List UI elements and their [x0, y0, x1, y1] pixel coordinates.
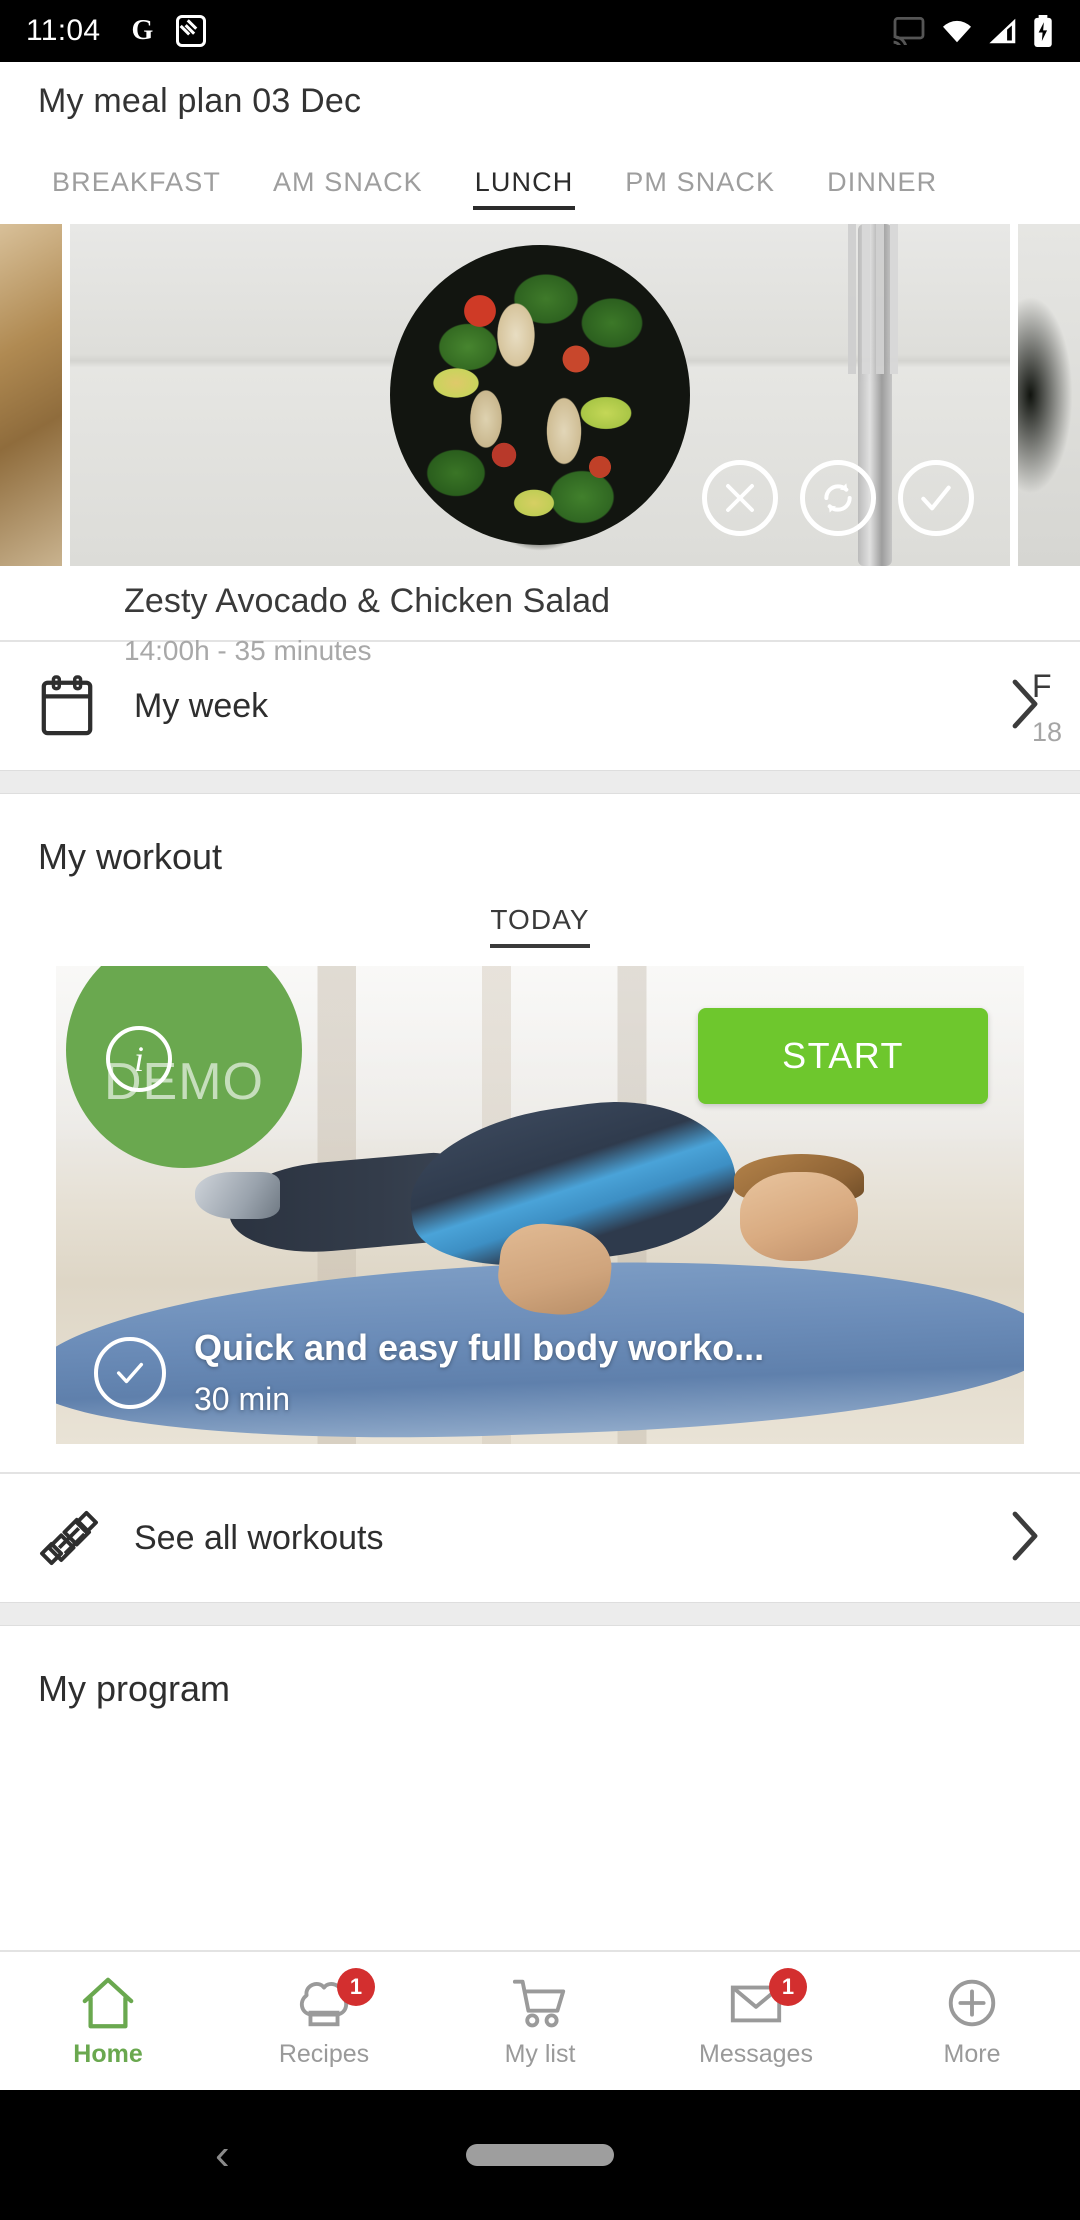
chevron-right-icon	[1008, 1510, 1042, 1567]
tab-am-snack[interactable]: AM SNACK	[247, 140, 449, 224]
info-icon[interactable]: i	[106, 1026, 172, 1092]
status-left-icons: G	[126, 15, 207, 47]
next-meal-title: F	[1032, 668, 1052, 704]
cast-icon	[893, 17, 925, 45]
meal-card[interactable]: Zesty Avocado & Chicken Salad 14:00h - 3…	[70, 224, 1010, 667]
workout-card-text: Quick and easy full body worko... 30 min	[194, 1327, 764, 1418]
screenshot-edit-icon	[176, 15, 207, 47]
envelope-icon: 1	[727, 1967, 807, 2032]
nav-label-recipes: Recipes	[278, 2039, 370, 2068]
bottom-navigation[interactable]: Home 1 Recipes My list 1 Messages More	[0, 1950, 1080, 2090]
carousel-gap-right	[1010, 224, 1018, 566]
next-meal-subtitle: 18	[1032, 717, 1063, 747]
meal-carousel[interactable]: Zesty Avocado & Chicken Salad 14:00h - 3…	[0, 224, 1080, 666]
carousel-gap-left	[62, 224, 70, 566]
tab-pm-snack[interactable]: PM SNACK	[599, 140, 801, 224]
wifi-icon	[943, 20, 971, 43]
tab-dinner[interactable]: DINNER	[801, 140, 963, 224]
battery-charging-icon	[1034, 15, 1052, 47]
check-circle-icon[interactable]	[94, 1336, 166, 1409]
nav-item-home[interactable]: Home	[0, 1952, 216, 2090]
tab-lunch[interactable]: LUNCH	[449, 140, 600, 224]
check-icon	[921, 485, 951, 511]
see-all-workouts-row[interactable]: See all workouts	[0, 1474, 1080, 1602]
start-workout-button[interactable]: START	[698, 1008, 988, 1104]
home-pill-icon[interactable]	[466, 2144, 614, 2166]
cart-icon	[511, 1974, 569, 2032]
workout-title: Quick and easy full body worko...	[194, 1327, 765, 1368]
meal-title: Zesty Avocado & Chicken Salad	[124, 582, 611, 620]
accept-meal-button[interactable]	[898, 460, 974, 536]
meal-photo	[70, 224, 1010, 566]
refresh-icon	[824, 483, 852, 513]
nav-label-my-list: My list	[504, 2039, 576, 2068]
status-right-icons	[892, 15, 1054, 47]
see-all-workouts-label: See all workouts	[134, 1518, 384, 1557]
my-workout-heading: My workout	[38, 836, 223, 877]
section-spacer-1	[0, 770, 1080, 794]
meal-actions[interactable]	[702, 460, 974, 536]
nav-label-messages: Messages	[699, 2039, 813, 2068]
meal-tabs[interactable]: BREAKFAST AM SNACK LUNCH PM SNACK DINNER	[0, 140, 1080, 224]
status-time: 11:04	[26, 14, 101, 47]
workout-card-wrapper: DEMO i START Quick and easy full body wo…	[0, 966, 1080, 1444]
athlete-head	[740, 1171, 858, 1261]
app-screen: 11:04 G My meal plan 03 Dec BREAKFAST AM…	[0, 0, 1080, 2220]
workout-card[interactable]: DEMO i START Quick and easy full body wo…	[56, 966, 1024, 1444]
previous-meal-card-peek[interactable]	[0, 224, 62, 566]
nav-item-my-list[interactable]: My list	[432, 1952, 648, 2090]
meal-meta: Zesty Avocado & Chicken Salad 14:00h - 3…	[70, 566, 1010, 667]
signal-icon	[989, 18, 1016, 44]
home-icon	[79, 1974, 137, 2032]
workout-card-gap	[0, 1444, 1080, 1472]
workout-card-footer: Quick and easy full body worko... 30 min	[56, 1327, 1024, 1418]
meal-time-duration: 14:00h - 35 minutes	[124, 635, 372, 666]
nav-label-home: Home	[73, 2039, 143, 2068]
nav-item-messages[interactable]: 1 Messages	[648, 1952, 864, 2090]
nav-item-more[interactable]: More	[864, 1952, 1080, 2090]
my-week-label: My week	[134, 686, 269, 725]
dumbbell-icon	[38, 1507, 134, 1569]
close-icon	[726, 484, 754, 512]
tab-today[interactable]: TODAY	[490, 904, 591, 948]
my-program-heading: My program	[38, 1668, 231, 1709]
salad-image	[390, 245, 690, 545]
back-chevron-icon[interactable]: ‹	[215, 2133, 230, 2177]
app-bar: My meal plan 03 Dec	[0, 62, 1080, 140]
recipes-badge: 1	[337, 1967, 375, 2006]
google-icon: G	[131, 15, 154, 46]
section-spacer-2	[0, 1602, 1080, 1626]
workout-day-tabs[interactable]: TODAY	[0, 878, 1080, 966]
status-bar: 11:04 G	[0, 0, 1080, 62]
nav-item-recipes[interactable]: 1 Recipes	[216, 1952, 432, 2090]
messages-badge: 1	[769, 1967, 807, 2006]
android-navigation-bar[interactable]: ‹	[0, 2090, 1080, 2220]
page-title: My meal plan 03 Dec	[38, 81, 362, 120]
next-meal-peek-text: F 18	[1032, 668, 1062, 748]
chef-hat-icon: 1	[295, 1967, 375, 2032]
next-meal-card-peek[interactable]	[1018, 224, 1080, 566]
nav-label-more: More	[943, 2039, 1001, 2068]
calendar-icon	[38, 675, 134, 737]
tab-breakfast[interactable]: BREAKFAST	[26, 140, 247, 224]
dismiss-meal-button[interactable]	[702, 460, 778, 536]
workout-duration: 30 min	[194, 1381, 291, 1417]
swap-meal-button[interactable]	[800, 460, 876, 536]
athlete-image	[195, 1071, 869, 1367]
athlete-shoe	[195, 1171, 280, 1220]
plus-circle-icon	[943, 1974, 1001, 2032]
